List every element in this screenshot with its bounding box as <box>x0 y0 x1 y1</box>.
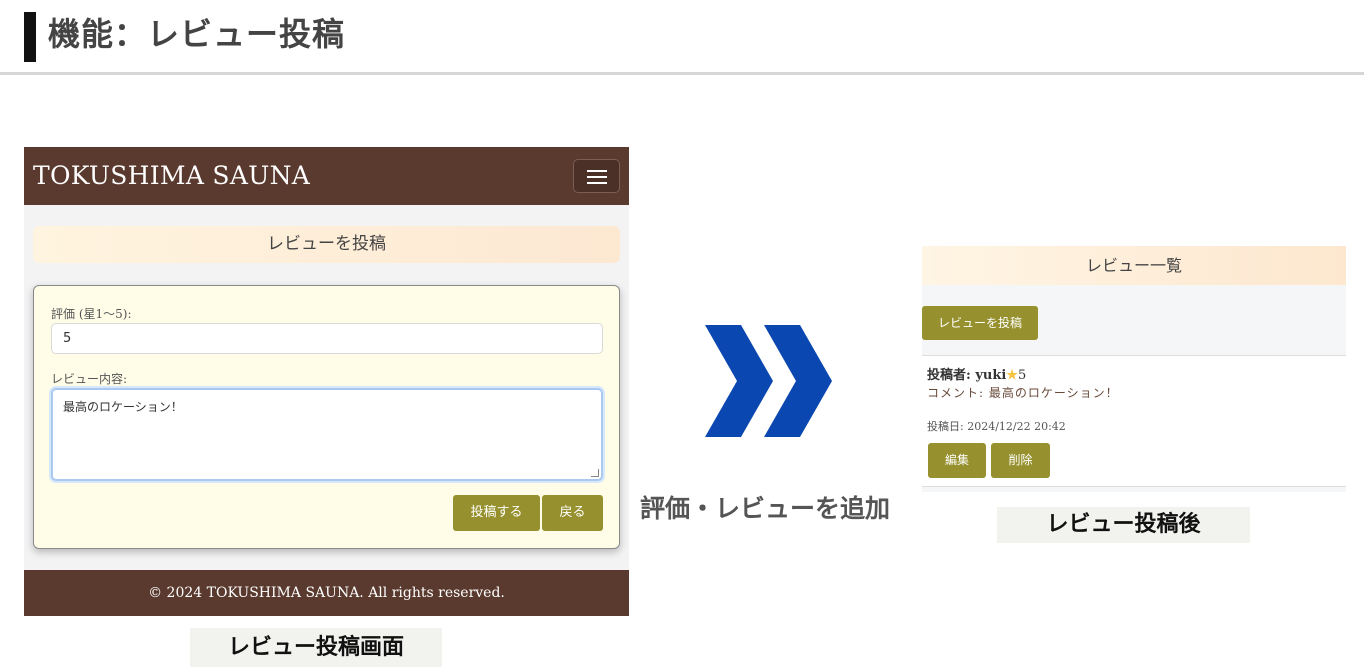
review-form-card: 評価 (星1〜5): 5 レビュー内容: 最高のロケーション！ 投稿する 戻る <box>33 285 620 549</box>
review-content-textarea[interactable]: 最高のロケーション！ <box>51 388 603 481</box>
navbar: TOKUSHIMA SAUNA <box>24 147 629 205</box>
review-list-screenshot: レビュー一覧 レビューを投稿 投稿者: yuki★5 コメント: 最高のロケーシ… <box>922 246 1346 492</box>
review-item: 投稿者: yuki★5 コメント: 最高のロケーション！ 投稿日: 2024/1… <box>922 355 1346 487</box>
brand-logo[interactable]: TOKUSHIMA SAUNA <box>33 161 310 190</box>
review-list-heading: レビュー一覧 <box>922 246 1346 285</box>
caption-review-form: レビュー投稿画面 <box>190 628 442 667</box>
slide-header: 機能：レビュー投稿 <box>0 0 1364 75</box>
review-content-text: 最高のロケーション！ <box>63 400 183 414</box>
slide-title: 機能：レビュー投稿 <box>48 15 346 53</box>
star-icon: ★ <box>1006 368 1018 383</box>
review-date: 投稿日: 2024/12/22 20:42 <box>927 420 1066 433</box>
review-form-screenshot: TOKUSHIMA SAUNA レビューを投稿 評価 (星1〜5): 5 レビュ… <box>24 147 629 616</box>
caption-after-post: レビュー投稿後 <box>997 507 1250 543</box>
arrow-label: 評価・レビューを追加 <box>640 494 891 523</box>
resize-grip-icon[interactable] <box>591 469 599 477</box>
back-button[interactable]: 戻る <box>542 495 603 531</box>
chevron-first <box>705 325 773 437</box>
double-chevron-right-icon <box>705 325 832 437</box>
edit-review-button[interactable]: 編集 <box>928 443 986 478</box>
review-content-label: レビュー内容: <box>51 372 128 386</box>
rating-label: 評価 (星1〜5): <box>51 307 132 321</box>
review-comment: コメント: 最高のロケーション！ <box>927 386 1119 400</box>
review-author-text: 投稿者: yuki <box>927 368 1007 383</box>
title-accent-bar <box>24 12 36 62</box>
review-rating: 5 <box>1017 368 1027 383</box>
chevron-second <box>764 325 832 437</box>
review-author: 投稿者: yuki★5 <box>927 364 1026 383</box>
site-footer: © 2024 TOKUSHIMA SAUNA. All rights reser… <box>24 570 629 616</box>
rating-input[interactable]: 5 <box>51 323 603 354</box>
delete-review-button[interactable]: 削除 <box>991 443 1050 478</box>
submit-review-button[interactable]: 投稿する <box>453 495 540 531</box>
post-review-button[interactable]: レビューを投稿 <box>922 306 1038 340</box>
form-heading: レビューを投稿 <box>33 226 620 263</box>
hamburger-menu-icon[interactable] <box>573 159 620 193</box>
